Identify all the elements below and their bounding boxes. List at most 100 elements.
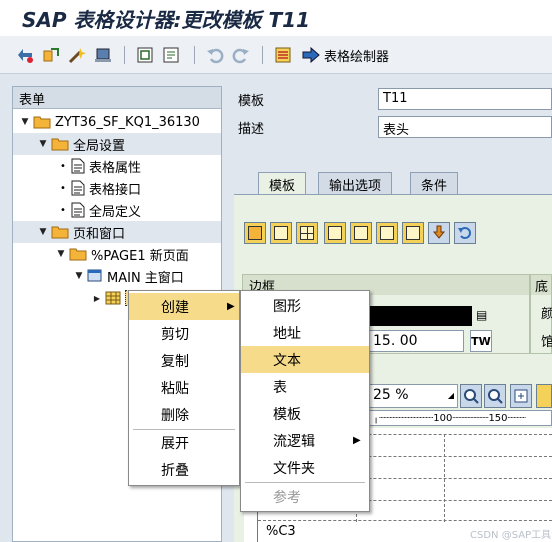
activate-icon[interactable] bbox=[66, 44, 88, 66]
tree-node-main-window[interactable]: ▼ MAIN 主窗口 bbox=[13, 265, 221, 287]
expand-triangle-icon[interactable]: ▶ bbox=[91, 294, 103, 303]
form-painter-button[interactable]: 表格绘制器 bbox=[302, 44, 389, 66]
fit-page-icon[interactable] bbox=[510, 384, 532, 408]
line-width-value: 15. 00 bbox=[373, 333, 418, 349]
table-view-icon[interactable] bbox=[536, 384, 552, 408]
test-icon[interactable] bbox=[92, 44, 114, 66]
tree-node-label: %PAGE1 新页面 bbox=[91, 248, 189, 264]
bullet-icon: • bbox=[60, 204, 66, 216]
window-icon bbox=[87, 269, 102, 282]
menu-item-label: 剪切 bbox=[161, 326, 189, 343]
zoom-in-icon[interactable] bbox=[460, 384, 482, 408]
tree-node-global-settings[interactable]: ▼ 全局设置 bbox=[13, 133, 221, 155]
menu-item-label: 地址 bbox=[273, 325, 301, 342]
frame-all-icon[interactable] bbox=[270, 222, 292, 244]
menu-item-label: 参考 bbox=[273, 489, 301, 506]
menu-item-collapse[interactable]: 折叠 bbox=[129, 456, 239, 483]
zoom-out-icon[interactable] bbox=[484, 384, 506, 408]
frame-left-icon[interactable] bbox=[324, 222, 346, 244]
submenu-item-table[interactable]: 表 bbox=[241, 373, 369, 400]
collapse-triangle-icon[interactable]: ▼ bbox=[73, 271, 85, 281]
bullet-icon: • bbox=[60, 182, 66, 194]
collapse-triangle-icon[interactable]: ▼ bbox=[55, 249, 67, 259]
cell-label: %C3 bbox=[266, 524, 296, 539]
menu-item-label: 复制 bbox=[161, 353, 189, 370]
tree-node-label: 表格接口 bbox=[89, 182, 142, 198]
toggle-active-icon[interactable] bbox=[14, 44, 36, 66]
submenu-item-folder[interactable]: 文件夹 bbox=[241, 454, 369, 481]
template-name-value: T11 bbox=[383, 91, 408, 106]
menu-item-label: 图形 bbox=[273, 298, 301, 315]
submenu-item-graphic[interactable]: 图形 bbox=[241, 292, 369, 319]
folder-open-icon bbox=[51, 226, 69, 239]
tree-node-label: 全局定义 bbox=[89, 204, 142, 220]
shading-group: 底 颜 馆 bbox=[530, 274, 552, 354]
tab-conditions[interactable]: 条件 bbox=[410, 172, 459, 194]
window-title: SAP 表格设计器:更改模板 T11 bbox=[22, 8, 310, 32]
shading-color-label: 颜 bbox=[541, 307, 552, 322]
menu-item-delete[interactable]: 删除 bbox=[129, 401, 239, 428]
tree-node-label: MAIN 主窗口 bbox=[107, 270, 184, 286]
menu-item-expand[interactable]: 展开 bbox=[129, 429, 239, 456]
menu-item-label: 展开 bbox=[161, 435, 189, 452]
field-list-icon[interactable] bbox=[272, 44, 294, 66]
submenu-arrow-icon: ▶ bbox=[227, 301, 235, 312]
watermark: CSDN @SAP工具士 bbox=[470, 530, 552, 541]
value-help-icon[interactable]: ▤ bbox=[476, 308, 490, 324]
unit-value: TW bbox=[471, 334, 491, 348]
menu-item-create[interactable]: 创建 ▶ bbox=[129, 293, 239, 320]
tree-node-form[interactable]: ▼ ZYT36_SF_KQ1_36130 bbox=[19, 111, 227, 133]
tree-node-form-interface[interactable]: • 表格接口 bbox=[13, 177, 221, 199]
unit-button[interactable]: TW bbox=[470, 330, 492, 352]
collapse-triangle-icon[interactable]: ▼ bbox=[37, 139, 49, 149]
dropdown-arrow-icon: ◢ bbox=[447, 391, 454, 400]
template-label: 模板 bbox=[238, 94, 265, 109]
table-icon bbox=[105, 291, 121, 305]
zoom-value: 25 % bbox=[373, 387, 409, 403]
tree-node-label: 全局设置 bbox=[73, 138, 126, 154]
menu-item-paste[interactable]: 粘贴 bbox=[129, 374, 239, 401]
template-name-field[interactable]: T11 bbox=[378, 88, 552, 110]
submenu-item-text[interactable]: 文本 bbox=[241, 346, 369, 373]
tree-node-page1[interactable]: ▼ %PAGE1 新页面 bbox=[13, 243, 221, 265]
tree-header: 表单 bbox=[13, 87, 221, 109]
submenu-item-flow-logic[interactable]: 流逻辑 ▶ bbox=[241, 427, 369, 454]
context-menu: 创建 ▶ 剪切 复制 粘贴 删除 展开 折叠 bbox=[128, 290, 240, 486]
collapse-triangle-icon[interactable]: ▼ bbox=[37, 227, 49, 237]
redo-icon[interactable] bbox=[230, 44, 252, 66]
title-bar: SAP 表格设计器:更改模板 T11 bbox=[0, 0, 552, 36]
refresh-icon[interactable] bbox=[454, 222, 476, 244]
menu-item-label: 粘贴 bbox=[161, 380, 189, 397]
menu-item-label: 文本 bbox=[273, 352, 301, 369]
zoom-select[interactable]: 25 % ◢ bbox=[368, 384, 458, 408]
line-width-field[interactable]: 15. 00 bbox=[368, 330, 464, 352]
tree-node-global-definitions[interactable]: • 全局定义 bbox=[13, 199, 221, 221]
submenu-item-template[interactable]: 模板 bbox=[241, 400, 369, 427]
frame-inner-icon[interactable] bbox=[296, 222, 318, 244]
collapse-triangle-icon[interactable]: ▼ bbox=[19, 117, 31, 127]
document-icon bbox=[71, 202, 85, 218]
bullet-icon: • bbox=[60, 160, 66, 172]
description-field[interactable]: 表头 bbox=[378, 116, 552, 138]
check-icon[interactable] bbox=[40, 44, 62, 66]
tab-output-options[interactable]: 输出选项 bbox=[318, 172, 393, 194]
tree-node-pages-windows[interactable]: ▼ 页和窗口 bbox=[13, 221, 221, 243]
submenu-item-address[interactable]: 地址 bbox=[241, 319, 369, 346]
line-style-field[interactable] bbox=[368, 306, 472, 326]
form-painter-label: 表格绘制器 bbox=[324, 49, 390, 65]
submenu-item-reference: 参考 bbox=[241, 483, 369, 510]
frame-right-icon[interactable] bbox=[350, 222, 372, 244]
menu-item-cut[interactable]: 剪切 bbox=[129, 320, 239, 347]
undo-icon[interactable] bbox=[204, 44, 226, 66]
tab-template[interactable]: 模板 bbox=[258, 172, 307, 195]
frame-bottom-icon[interactable] bbox=[402, 222, 424, 244]
table-layout-icon[interactable] bbox=[244, 222, 266, 244]
form-frame-icon[interactable] bbox=[134, 44, 156, 66]
menu-item-copy[interactable]: 复制 bbox=[129, 347, 239, 374]
frame-top-icon[interactable] bbox=[376, 222, 398, 244]
form-interface-icon[interactable] bbox=[160, 44, 182, 66]
menu-item-label: 流逻辑 bbox=[273, 433, 315, 450]
tree-node-form-attributes[interactable]: • 表格属性 bbox=[13, 155, 221, 177]
download-icon[interactable] bbox=[428, 222, 450, 244]
description-label: 描述 bbox=[238, 122, 265, 137]
